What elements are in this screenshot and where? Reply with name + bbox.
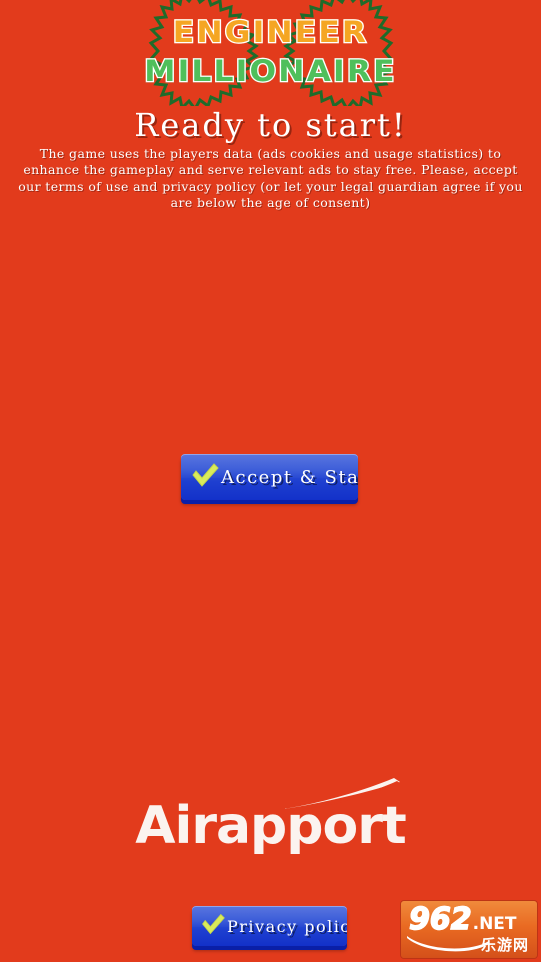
- check-icon: [199, 911, 227, 941]
- swoosh-icon: [407, 936, 489, 952]
- page-title: Ready to start!: [134, 106, 407, 144]
- accept-and-start-button[interactable]: Accept & Start!: [181, 454, 358, 500]
- accept-button-label: Accept & Start!: [221, 466, 358, 488]
- logo-line-millionaire: MILLIONAIRE: [0, 55, 541, 87]
- site-watermark: 962 .NET 乐游网: [401, 901, 537, 958]
- airapport-wordmark: Airapport: [135, 796, 406, 856]
- logo-line-engineer: ENGINEER: [0, 16, 541, 48]
- watermark-title: 962 .NET: [408, 902, 517, 937]
- privacy-button-label: Privacy policy: [227, 916, 347, 936]
- privacy-policy-button[interactable]: Privacy policy: [192, 906, 347, 946]
- game-logo: ENGINEER MILLIONAIRE: [0, 0, 541, 108]
- watermark-subtitle: 乐游网: [480, 936, 529, 954]
- consent-body-text: The game uses the players data (ads cook…: [18, 146, 523, 211]
- airapport-branding: Airapport: [0, 778, 541, 870]
- watermark-number: 962: [408, 902, 472, 937]
- watermark-domain: .NET: [472, 914, 517, 934]
- check-icon: [189, 460, 221, 494]
